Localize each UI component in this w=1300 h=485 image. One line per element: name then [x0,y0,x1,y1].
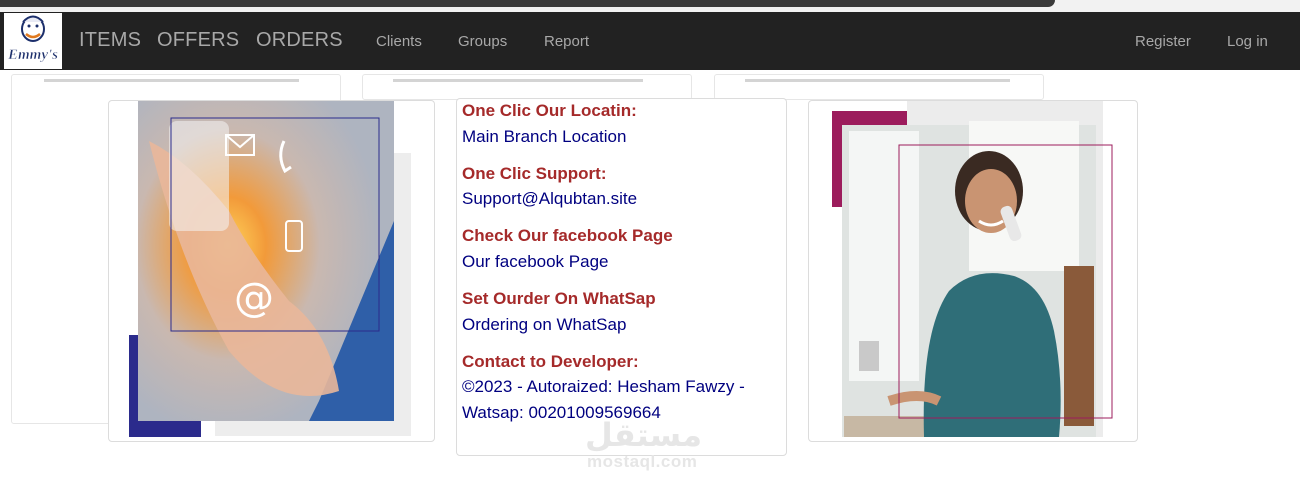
background-card-right [714,74,1044,100]
nav-login-link[interactable]: Log in [1227,33,1268,50]
support-title: One Clic Support: [462,164,607,183]
background-card-middle [362,74,692,100]
woman-on-phone-photo [832,101,1113,437]
facebook-link[interactable]: Our facebook Page [462,252,608,272]
emmys-logo-icon: Emmy's [7,15,58,63]
browser-scroll-bar[interactable] [0,0,1055,7]
developer-title: Contact to Developer: [462,352,639,371]
whatsapp-title: Set Ourder On WhatSap [462,289,656,308]
location-link[interactable]: Main Branch Location [462,127,626,147]
nav-clients-link[interactable]: Clients [376,33,422,50]
phone-contact-illustration: @ [129,101,411,437]
nav-report-link[interactable]: Report [544,33,589,50]
nav-register-link[interactable]: Register [1135,33,1191,50]
support-image-card [808,100,1138,442]
at-icon: @ [234,275,274,321]
top-navbar: Emmy's ITEMS OFFERS ORDERS Clients Group… [0,12,1300,70]
developer-credit: ©2023 - Autoraized: Hesham Fawzy - [462,377,745,396]
location-title: One Clic Our Locatin: [462,101,637,120]
facebook-title: Check Our facebook Page [462,226,673,245]
browser-top-strip [0,0,1300,12]
nav-orders-link[interactable]: ORDERS [256,29,343,52]
support-email-link[interactable]: Support@Alqubtan.site [462,189,637,209]
contact-image-card: @ [108,100,435,442]
nav-items-link[interactable]: ITEMS [79,29,141,52]
whatsapp-order-link[interactable]: Ordering on WhatSap [462,315,626,335]
nav-offers-link[interactable]: OFFERS [157,29,239,52]
logo-wordmark: Emmy's [7,47,58,63]
brand-logo[interactable]: Emmy's [4,13,62,69]
nav-groups-link[interactable]: Groups [458,33,507,50]
mostaql-watermark: مستقل mostaql.com [585,416,703,471]
